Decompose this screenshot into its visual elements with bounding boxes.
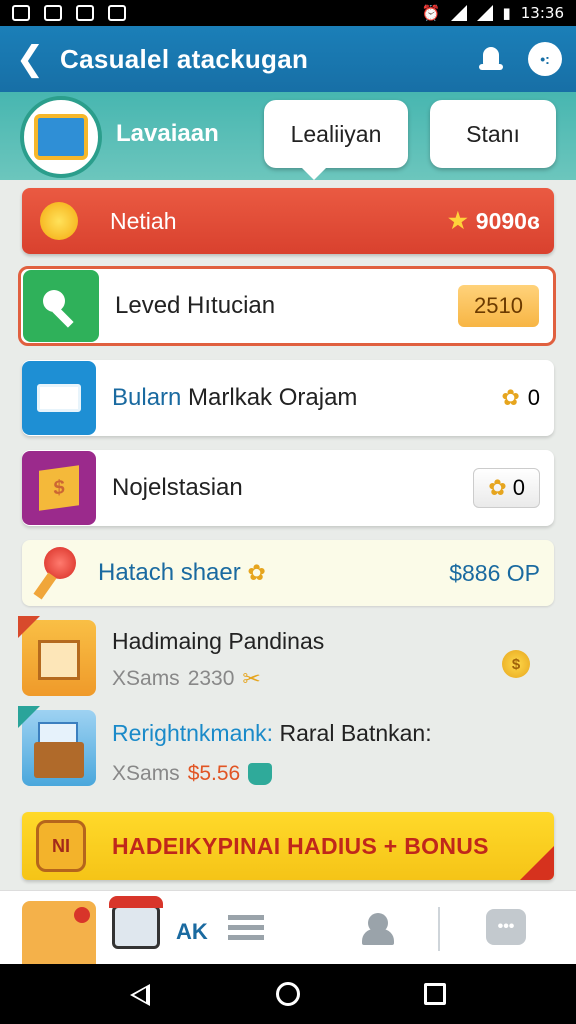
tab-start[interactable]: Stanı [430,100,556,168]
balloon-icon [30,543,90,603]
notification-icon [76,5,94,21]
reward-item[interactable]: Hadimaing Pandinas XSams 2330 ✂ $ [18,616,554,700]
chat-icon[interactable]: ••• [486,909,526,945]
nojel-value-button[interactable]: ✿ 0 [473,468,540,508]
bag-icon [248,763,273,786]
market-value: 0 [527,385,540,410]
star-icon: ★ [448,208,468,233]
profile-name: Lavaiaan [116,120,219,147]
bell-icon[interactable] [476,44,506,74]
more-options-icon[interactable]: •: [528,42,562,76]
corner-tag-icon [18,706,40,728]
wifi-icon [450,5,467,21]
bonus-text: HADEIKYPINAI HADIUS + BONUS [112,832,489,859]
key-icon [43,288,79,324]
alarm-icon: ⏰ [421,4,441,22]
bonus-banner[interactable]: NI HADEIKYPINAI HADIUS + BONUS [22,812,554,880]
character-avatar-icon[interactable] [22,901,96,965]
app-bar: ❮ Casualel atackugan •: [0,26,576,92]
clock: 13:36 [520,4,564,22]
gallery-icon [44,5,62,21]
monitor-icon [37,384,81,412]
level-score-badge: 2510 [458,285,539,327]
hatch-row[interactable]: Hatach shaer ✿ $886 OP [22,540,554,606]
system-home-icon[interactable] [276,982,300,1006]
bottom-nav: AK ••• [0,890,576,965]
nav-label[interactable]: AK [176,919,208,945]
market-row[interactable]: Bularn Marlkak Orajam ✿ 0 [22,360,554,436]
emoji-icon: ✿ [247,560,266,585]
hatch-label: Hatach shaer ✿ [98,559,266,586]
tab-leaderboard[interactable]: Lealiiyan [264,100,408,180]
signal-icon [476,5,493,21]
hatch-value: $886 OP [449,559,540,586]
person-icon[interactable] [360,913,396,945]
featured-value: 9090ɞ [475,207,540,234]
hammer-icon: ✂ [242,666,261,692]
reward-title: Hadimaing Pandinas [112,627,325,654]
back-icon[interactable]: ❮ [0,42,60,76]
reward-subtitle: XSams 2330 ✂ [112,666,261,692]
crate-tile [18,706,96,786]
crate-icon [34,742,84,778]
nojel-label: Nojelstasian [112,474,243,501]
profile-picture-icon [34,114,88,160]
featured-label: Netiah [110,207,177,234]
monitor-tile [22,361,96,435]
profile-avatar[interactable] [20,96,102,178]
list-icon[interactable] [228,915,264,945]
nav-divider [438,907,440,951]
profile-header: Lavaiaan Lealiiyan Stanı [0,92,576,180]
jar-icon: NI [36,820,86,872]
level-row[interactable]: Leved Hıtucian 2510 [18,266,556,346]
reward-title: Rerightnkmank: Raral Batnkan: [112,719,432,746]
shield-icon [108,5,126,21]
system-recents-icon[interactable] [424,983,446,1005]
system-back-icon[interactable] [130,984,150,1006]
map-icon: $ [39,465,79,511]
featured-row[interactable]: Netiah ★ 9090ɞ [22,188,554,254]
key-tile [23,270,99,342]
house-icon [38,640,80,680]
level-label: Leved Hıtucian [115,292,276,319]
reward-subtitle: XSams $5.56 [112,762,432,786]
coin-icon[interactable]: $ [502,650,530,678]
coin-icon: ✿ [501,385,520,410]
app-title: Casualel atackugan [60,43,309,74]
coin-icon: ✿ [488,475,507,500]
house-tile [18,616,96,696]
market-label: Bularn Marlkak Orajam [112,384,358,411]
lock-icon [12,5,30,21]
battery-icon: ▮ [502,4,511,22]
robot-icon[interactable] [109,896,163,949]
status-bar: ⏰ ▮ 13:36 [0,0,576,26]
corner-ribbon-icon [520,846,554,880]
map-tile: $ [22,451,96,525]
reward-item[interactable]: Rerightnkmank: Raral Batnkan: XSams $5.5… [18,706,554,796]
nojel-row[interactable]: $ Nojelstasian ✿ 0 [22,450,554,526]
system-nav-bar [0,964,576,1024]
corner-tag-icon [18,616,40,638]
sun-badge-icon [28,194,90,248]
